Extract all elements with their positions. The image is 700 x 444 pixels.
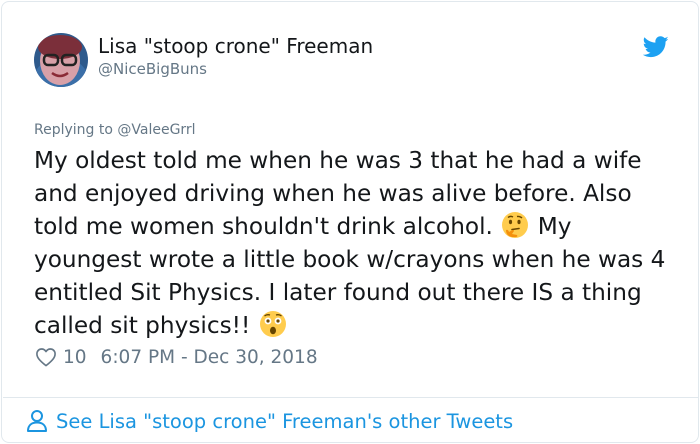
tweet-card: Lisa "stoop crone" Freeman @NiceBigBuns … [1, 1, 699, 443]
heart-outline-icon[interactable] [35, 347, 57, 367]
author-name[interactable]: Lisa "stoop crone" Freeman [98, 34, 373, 58]
twitter-bird-icon[interactable] [642, 36, 669, 58]
author-handle[interactable]: @NiceBigBuns [98, 60, 207, 78]
astonished-face-icon [258, 309, 288, 339]
replying-to[interactable]: Replying to @ValeeGrrl [34, 122, 196, 138]
footer-divider [3, 397, 699, 398]
timestamp[interactable]: 6:07 PM - Dec 30, 2018 [101, 347, 318, 368]
tweet-meta: 10 6:07 PM - Dec 30, 2018 [35, 345, 318, 369]
see-other-tweets-label[interactable]: See Lisa "stoop crone" Freeman's other T… [56, 410, 513, 433]
thinking-face-icon [500, 210, 530, 240]
see-other-tweets-link[interactable]: See Lisa "stoop crone" Freeman's other T… [26, 406, 513, 436]
like-count[interactable]: 10 [63, 347, 87, 368]
person-outline-icon [27, 410, 47, 432]
avatar[interactable] [34, 33, 88, 87]
tweet-text: My oldest told me when he was 3 that he … [34, 144, 674, 342]
